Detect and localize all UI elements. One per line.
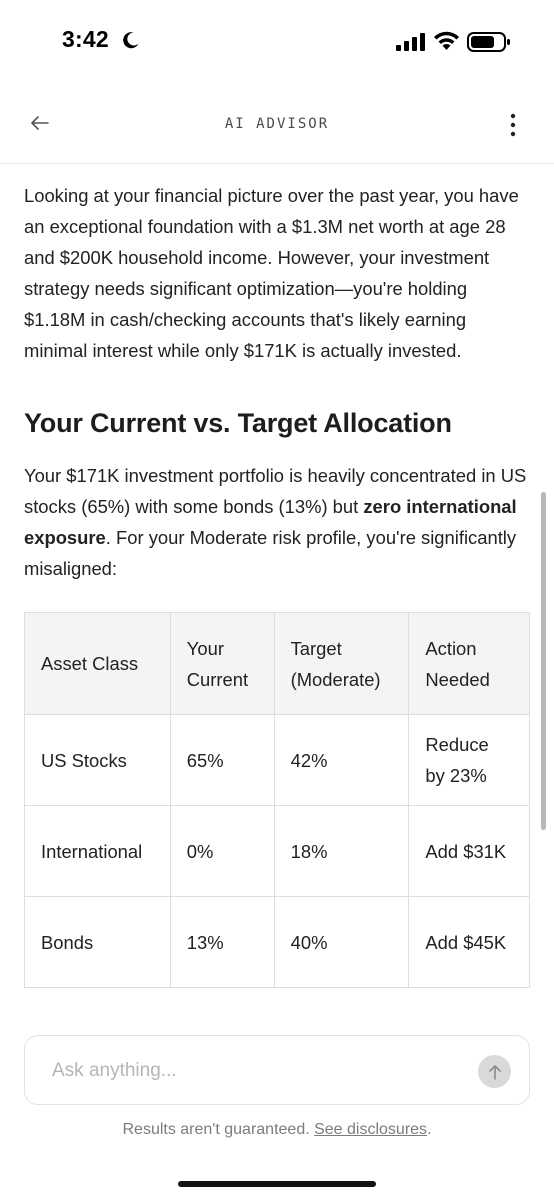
cell-target: 18% — [273, 805, 410, 897]
wifi-icon — [434, 31, 459, 50]
allocation-table-wrapper: Asset Class Your Current Target (Moderat… — [24, 612, 530, 988]
cell-action: Add $45K — [408, 896, 530, 988]
intro-paragraph: Looking at your financial picture over t… — [24, 185, 519, 361]
cell-target: 42% — [273, 714, 410, 806]
table-row: Bonds 13% 40% Add $45K — [24, 896, 530, 988]
app-header: AI ADVISOR — [0, 86, 554, 164]
scrollbar[interactable] — [541, 492, 546, 830]
cell-asset-class: International — [24, 805, 171, 897]
header-cell-action: Action Needed — [408, 612, 530, 715]
ask-input-container[interactable] — [24, 1035, 530, 1105]
status-bar: 3:42 — [0, 0, 554, 86]
table-row: US Stocks 65% 42% Reduce by 23% — [24, 714, 530, 806]
disclosures-link[interactable]: See disclosures — [314, 1121, 427, 1138]
cell-action: Reduce by 23% — [408, 714, 530, 806]
page-title: AI ADVISOR — [224, 116, 330, 132]
cell-target: 40% — [273, 896, 410, 988]
allocation-table: Asset Class Your Current Target (Moderat… — [24, 612, 530, 988]
section-heading: Your Current vs. Target Allocation — [24, 408, 452, 438]
cell-current: 65% — [169, 714, 275, 806]
header-cell-target: Target (Moderate) — [273, 612, 410, 715]
more-options-button[interactable] — [498, 108, 528, 142]
status-time: 3:42 — [62, 26, 109, 52]
moon-icon — [123, 32, 139, 49]
signal-icon — [396, 33, 425, 51]
disclaimer-text: Results aren't guaranteed. — [122, 1121, 310, 1138]
arrow-up-icon — [488, 1064, 501, 1080]
table-row: International 0% 18% Add $31K — [24, 805, 530, 897]
table-header-row: Asset Class Your Current Target (Moderat… — [24, 612, 530, 715]
cell-asset-class: US Stocks — [24, 714, 171, 806]
ask-input[interactable] — [52, 1056, 452, 1086]
cell-asset-class: Bonds — [24, 896, 171, 988]
home-indicator — [178, 1181, 376, 1187]
more-vertical-icon — [510, 113, 516, 137]
cell-current: 0% — [169, 805, 275, 897]
chat-content[interactable]: Looking at your financial picture over t… — [0, 164, 554, 1004]
header-cell-asset-class: Asset Class — [24, 612, 171, 715]
disclaimer: Results aren't guaranteed. See disclosur… — [0, 1121, 554, 1139]
allocation-paragraph: Your $171K investment portfolio is heavi… — [24, 460, 530, 584]
disclaimer-period: . — [427, 1121, 432, 1138]
battery-icon — [467, 32, 510, 52]
header-cell-your-current: Your Current — [169, 612, 275, 715]
cell-action: Add $31K — [408, 805, 530, 897]
cell-current: 13% — [169, 896, 275, 988]
send-button[interactable] — [478, 1055, 511, 1088]
